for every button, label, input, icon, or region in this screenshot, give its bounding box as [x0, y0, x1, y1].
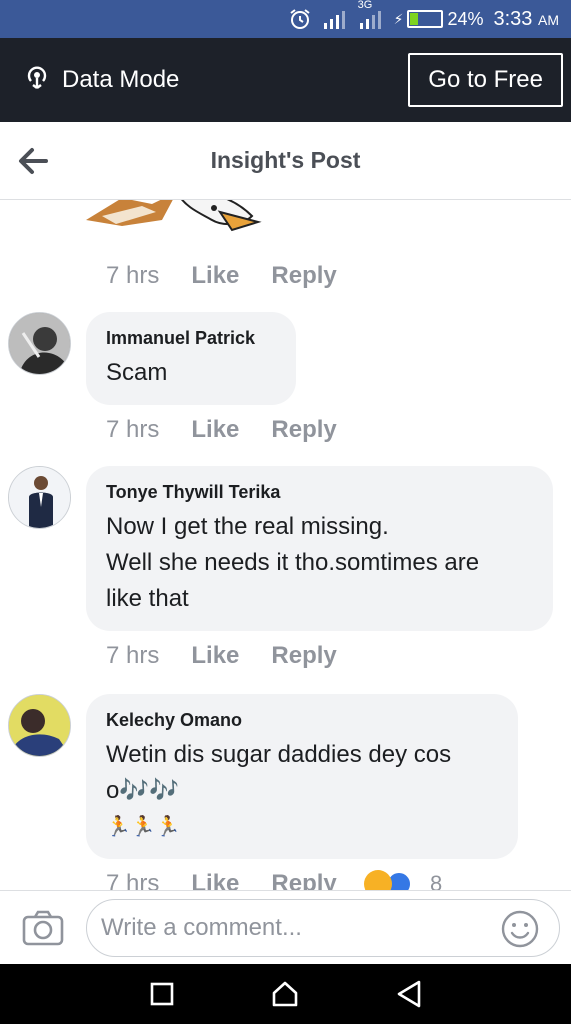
comment-line: like that	[106, 585, 189, 612]
comment-composer	[0, 890, 571, 964]
clock-time: 3:33	[493, 7, 533, 30]
comment-line: Scam	[106, 359, 168, 386]
system-nav-bar	[0, 964, 571, 1024]
comment-time: 7 hrs	[106, 642, 160, 669]
like-link[interactable]: Like	[191, 870, 239, 890]
comment-meta: 7 hrs Like Reply	[106, 870, 337, 890]
comment-bubble[interactable]: Kelechy Omano Wetin dis sugar daddies de…	[86, 694, 518, 859]
comment-meta: 7 hrs Like Reply	[106, 642, 337, 670]
data-mode-banner: Data Mode Go to Free	[0, 38, 571, 122]
like-link[interactable]: Like	[191, 416, 239, 444]
signal-icon	[322, 9, 348, 29]
avatar[interactable]	[8, 312, 71, 375]
reaction-summary[interactable]: 8	[364, 870, 442, 890]
comment-line: 🏃🏃🏃	[106, 816, 181, 838]
comment-meta: 7 hrs Like Reply	[106, 416, 337, 444]
comment-text: Scam	[106, 355, 276, 391]
comment-line: Wetin dis sugar daddies dey cos	[106, 741, 452, 768]
comment-line: Well she needs it tho.somtimes are	[106, 549, 480, 576]
reaction-count: 8	[430, 871, 443, 890]
battery-icon	[407, 10, 444, 28]
battery-indicator: ⚡ 24%	[394, 9, 484, 30]
reply-link[interactable]: Reply	[271, 870, 336, 890]
back-arrow-icon[interactable]	[16, 146, 50, 176]
back-icon[interactable]	[389, 974, 429, 1014]
comments-feed[interactable]: 7 hrs Like Reply Immanuel Patrick Scam 7…	[0, 200, 571, 890]
comment-bubble[interactable]: Tonye Thywill Terika Now I get the real …	[86, 466, 553, 631]
comment-author[interactable]: Kelechy Omano	[106, 710, 498, 731]
comment-bubble[interactable]: Immanuel Patrick Scam	[86, 312, 296, 405]
camera-icon[interactable]	[22, 909, 64, 947]
charging-icon: ⚡	[393, 10, 404, 27]
home-icon[interactable]	[265, 974, 305, 1014]
data-mode-label: Data Mode	[62, 66, 180, 93]
signal-3g-icon: 3G	[358, 0, 384, 29]
data-mode-indicator: Data Mode	[22, 62, 179, 99]
comment-meta: 7 hrs Like Reply	[106, 262, 337, 290]
clock-ampm: AM	[538, 11, 559, 28]
status-bar: 3G ⚡ 24% 3:33 AM	[0, 0, 571, 38]
network-type-label: 3G	[357, 0, 373, 11]
go-to-free-button[interactable]: Go to Free	[408, 53, 563, 107]
avatar[interactable]	[8, 694, 71, 757]
alarm-icon	[288, 7, 312, 31]
comment-input[interactable]	[86, 899, 560, 957]
comment-author[interactable]: Tonye Thywill Terika	[106, 482, 533, 503]
sticker-image	[86, 200, 262, 232]
reply-link[interactable]: Reply	[271, 262, 336, 290]
comment-author[interactable]: Immanuel Patrick	[106, 328, 276, 349]
comment-time: 7 hrs	[106, 870, 160, 890]
reply-link[interactable]: Reply	[271, 642, 336, 670]
comment-text: Wetin dis sugar daddies dey cos o🎶🎶 🏃🏃🏃	[106, 737, 498, 845]
recents-icon[interactable]	[142, 974, 182, 1014]
battery-percent: 24%	[447, 8, 484, 29]
avatar[interactable]	[8, 466, 71, 529]
comment-text: Now I get the real missing. Well she nee…	[106, 509, 533, 617]
broadcast-icon	[22, 62, 52, 99]
page-title: Insight's Post	[210, 147, 361, 173]
post-header: Insight's Post	[0, 122, 571, 200]
haha-reaction-icon	[364, 870, 392, 890]
comment-time: 7 hrs	[106, 416, 160, 443]
clock: 3:33 AM	[494, 8, 560, 31]
comment-time: 7 hrs	[106, 262, 160, 289]
comment-line: Now I get the real missing.	[106, 513, 389, 540]
like-link[interactable]: Like	[191, 642, 239, 670]
emoji-icon[interactable]	[500, 909, 540, 949]
comment-line: o🎶🎶	[106, 777, 180, 804]
reply-link[interactable]: Reply	[271, 416, 336, 444]
like-link[interactable]: Like	[191, 262, 239, 290]
